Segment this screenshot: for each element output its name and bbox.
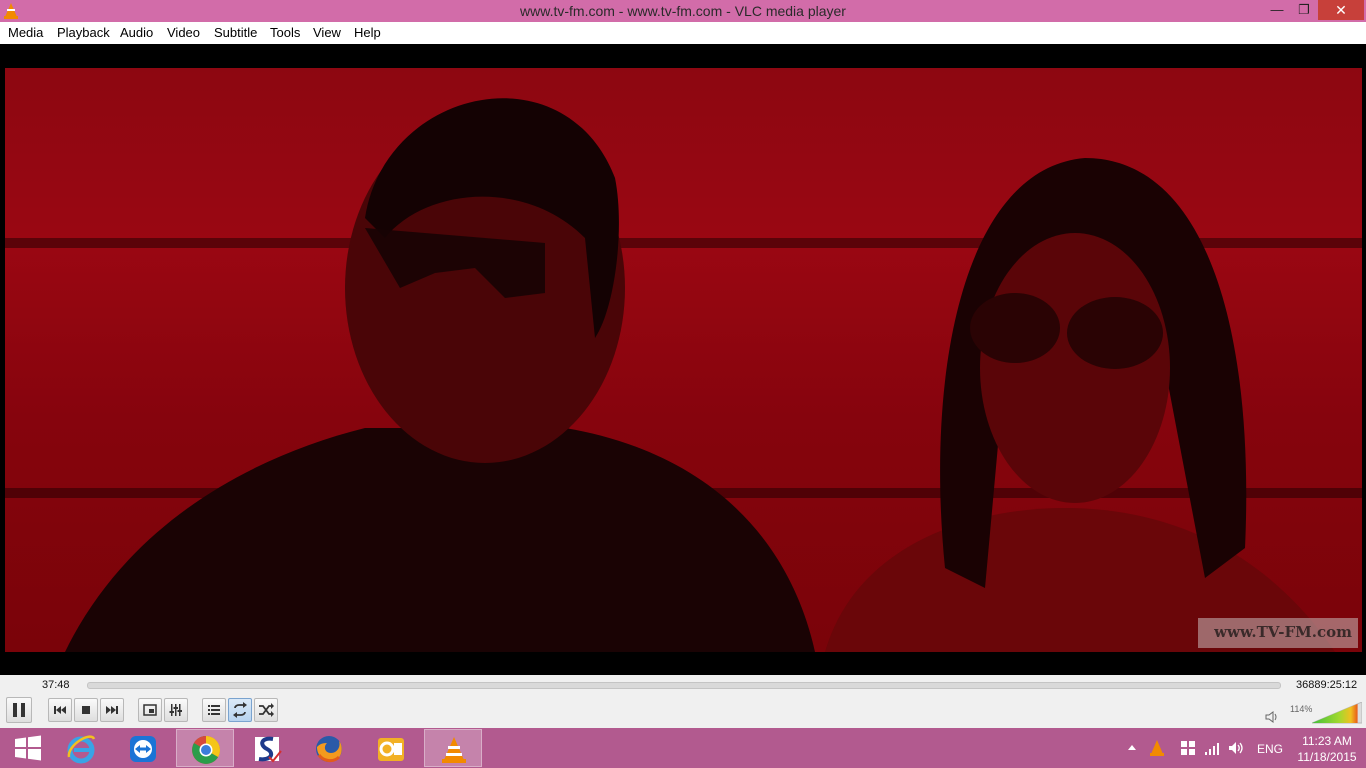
title-bar: www.tv-fm.com - www.tv-fm.com - VLC medi… [0,0,1366,22]
extended-settings-button[interactable] [164,698,188,722]
menu-playback[interactable]: Playback [57,25,110,40]
menu-help[interactable]: Help [354,25,381,40]
equalizer-icon [169,704,182,716]
previous-icon [54,706,66,714]
watermark: www.TV-FM.com [1198,618,1358,648]
teamviewer-icon [130,736,156,762]
shuffle-button[interactable] [254,698,278,722]
chrome-icon [192,736,220,764]
show-hidden-icons-icon[interactable] [1127,744,1137,752]
loop-button[interactable] [228,698,252,722]
taskbar-internet-explorer[interactable] [52,729,110,767]
taskbar-chrome[interactable] [176,729,234,767]
firefox-icon [316,736,342,763]
volume-label: 114% [1290,704,1313,714]
vlc-taskbar-icon [442,737,466,763]
clock-date[interactable]: 11/18/2015 [1294,750,1360,764]
next-button[interactable] [100,698,124,722]
menu-bar: Media Playback Audio Video Subtitle Tool… [0,22,1366,44]
menu-audio[interactable]: Audio [120,25,153,40]
minimize-button[interactable]: — [1262,0,1292,22]
previous-button[interactable] [48,698,72,722]
taskbar-teamviewer[interactable] [114,729,172,767]
vlc-tray-icon[interactable] [1150,740,1164,756]
menu-subtitle[interactable]: Subtitle [214,25,257,40]
watermark-text: www.TV-FM.com [1214,623,1352,641]
network-signal-icon[interactable] [1204,740,1220,756]
fullscreen-button[interactable] [138,698,162,722]
menu-video[interactable]: Video [167,25,200,40]
taskbar: ENG 11:23 AM 11/18/2015 [0,728,1366,768]
next-icon [106,706,118,714]
playback-controls: 37:48 36889:25:12 114% [0,675,1366,728]
close-button[interactable]: ✕ [1318,0,1364,20]
playlist-button[interactable] [202,698,226,722]
window-title: www.tv-fm.com - www.tv-fm.com - VLC medi… [520,3,846,19]
taskbar-vlc[interactable] [424,729,482,767]
video-frame[interactable]: www.TV-FM.com [5,68,1362,652]
taskbar-outlook[interactable] [362,729,420,767]
action-center-flag-icon[interactable] [1180,740,1196,756]
stop-button[interactable] [74,698,98,722]
seek-slider[interactable] [87,682,1281,689]
editor-app-icon [255,736,282,763]
speaker-icon[interactable] [1265,711,1279,723]
start-button[interactable] [0,729,58,767]
input-language[interactable]: ENG [1257,742,1283,756]
speaker-tray-icon[interactable] [1228,740,1244,756]
windows-icon [15,735,41,761]
menu-tools[interactable]: Tools [270,25,300,40]
pause-icon [13,703,25,717]
menu-media[interactable]: Media [8,25,43,40]
clock-time[interactable]: 11:23 AM [1296,734,1358,748]
taskbar-editor-app[interactable] [238,729,296,767]
elapsed-time[interactable]: 37:48 [42,679,70,691]
pause-button[interactable] [6,697,32,723]
video-scene [65,98,1335,652]
outlook-icon [378,738,404,761]
volume-slider[interactable] [1312,702,1362,724]
taskbar-firefox[interactable] [300,729,358,767]
restore-button[interactable]: ❐ [1290,0,1318,22]
shuffle-icon [259,703,274,717]
video-area[interactable]: www.TV-FM.com [0,44,1366,675]
total-time[interactable]: 36889:25:12 [1296,679,1357,691]
fullscreen-icon [143,704,157,716]
loop-icon [233,702,247,718]
stop-icon [82,706,90,714]
playlist-icon [208,705,220,715]
menu-view[interactable]: View [313,25,341,40]
internet-explorer-icon [67,735,96,764]
